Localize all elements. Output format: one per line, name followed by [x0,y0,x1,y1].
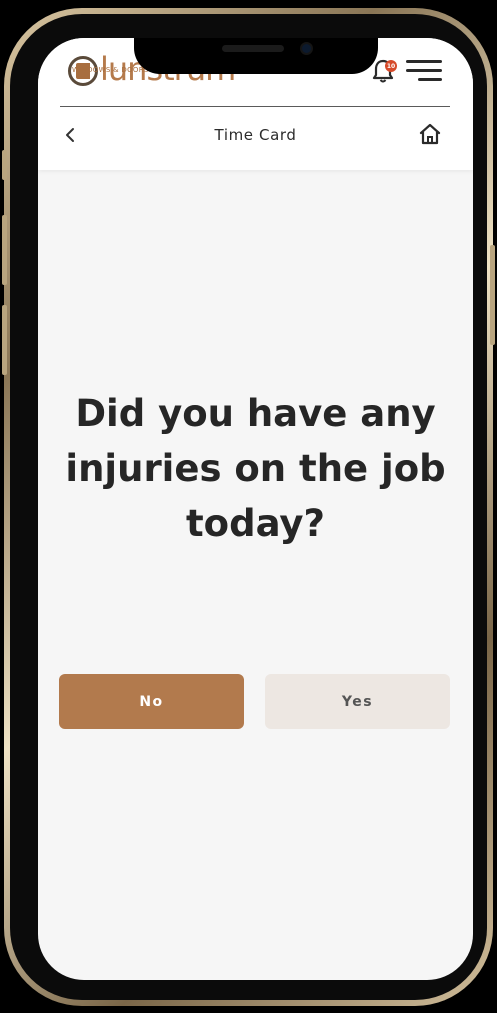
notification-badge: 10 [385,60,397,72]
phone-notch [134,38,378,74]
phone-volume-up [2,215,7,285]
injury-question: Did you have any injuries on the job tod… [65,392,446,545]
app-screen: lunstrum WINDOWS & DOORS 10 Time Card Di… [38,38,473,980]
phone-volume-down [2,305,7,375]
speaker-grille [222,45,284,52]
no-button[interactable]: No [59,674,244,729]
phone-mute-switch [2,150,7,180]
phone-power-button [490,245,495,345]
front-camera [300,42,313,55]
page-title: Time Card [214,126,297,144]
header-divider [60,106,450,107]
brand-tagline: WINDOWS & DOORS [72,66,149,74]
home-icon[interactable] [418,122,442,146]
yes-button[interactable]: Yes [265,674,450,729]
hamburger-menu-icon[interactable] [406,60,442,82]
